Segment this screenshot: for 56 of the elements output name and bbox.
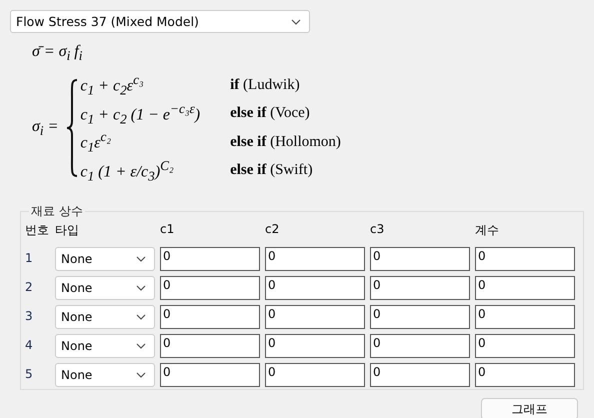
value-field[interactable]: 0 [370,247,470,271]
value-field[interactable]: 0 [370,334,470,358]
model-select[interactable]: Flow Stress 37 (Mixed Model) [10,10,310,33]
value-field[interactable]: 0 [265,276,365,300]
value-field[interactable]: 0 [475,276,575,300]
formula-lhs: σ$_{i}$ = [32,118,58,139]
value-field[interactable]: 0 [370,276,470,300]
column-header: 번호 [25,222,50,239]
column-header: c3 [370,222,386,238]
chevron-icon [136,314,146,320]
row-number: 2 [25,279,34,296]
value-field[interactable]: 0 [370,305,470,329]
type-select[interactable]: None [55,363,155,387]
type-select[interactable]: None [55,334,155,358]
case-condition: if (Ludwik) [230,76,301,94]
chevron-icon [136,343,146,349]
mean-stress-formula: σ̄ = σ$_{i}$ f$_{i}$ [32,43,82,60]
type-select[interactable]: None [55,276,155,300]
column-header: 계수 [475,222,500,239]
value-field[interactable]: 0 [475,363,575,387]
chevron-icon [136,285,146,291]
group-title: 재료 상수 [30,203,84,220]
column-header: c1 [160,222,176,238]
row-number: 3 [25,308,34,325]
value-field[interactable]: 0 [475,305,575,329]
value-field[interactable]: 0 [265,305,365,329]
value-field[interactable]: 0 [265,247,365,271]
value-field[interactable]: 0 [265,363,365,387]
column-header: c2 [265,222,280,238]
row-number: 1 [25,250,34,267]
value-field[interactable]: 0 [160,334,260,358]
value-field[interactable]: 0 [265,334,365,358]
chevron-icon [136,372,146,378]
value-field[interactable]: 0 [160,247,260,271]
case-expression: c$_{1}$ + c$_{2}$ε$^{c₃}$ [80,72,145,99]
case-expression: c$_{1}$ + c$_{2}$ (1 − e$^{−c₃ε}$) [80,100,200,128]
case-condition: else if (Swift) [230,162,314,180]
type-select[interactable]: None [55,305,155,329]
column-header: 타입 [55,222,80,239]
type-select[interactable]: None [55,247,155,271]
value-field[interactable]: 0 [160,276,260,300]
value-field[interactable]: 0 [370,363,470,387]
value-field[interactable]: 0 [475,334,575,358]
brace-icon [66,79,78,178]
row-number: 5 [25,366,34,383]
row-number: 4 [25,337,34,354]
chevron-icon [291,18,301,24]
case-expression: c$_{1}$ (1 + ε/c$_{3}$)$^{C₂}$ [80,158,175,184]
value-field[interactable]: 0 [475,247,575,271]
chevron-icon [136,256,146,262]
case-expression: c$_{1}$ε$^{c₂}$ [80,129,112,156]
graph-button[interactable]: 그래프 [481,398,578,418]
case-condition: else if (Voce) [230,105,311,122]
case-condition: else if (Hollomon) [230,134,341,151]
value-field[interactable]: 0 [160,305,260,329]
value-field[interactable]: 0 [160,363,260,387]
